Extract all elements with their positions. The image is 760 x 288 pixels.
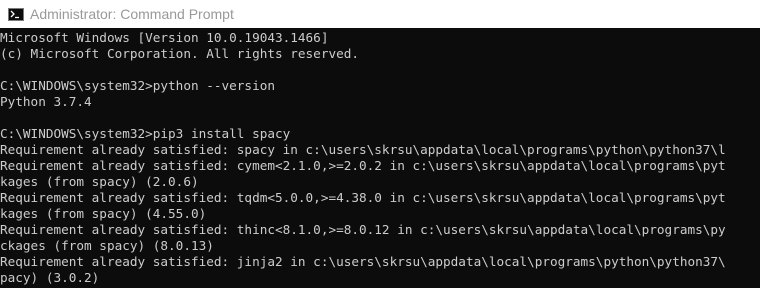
cmd-icon (8, 7, 24, 21)
title-bar[interactable]: Administrator: Command Prompt (0, 0, 760, 28)
console-line: Requirement already satisfied: cymem<2.1… (0, 158, 726, 173)
console-line: Python 3.7.4 (0, 94, 92, 109)
console-line: (c) Microsoft Corporation. All rights re… (0, 46, 360, 61)
console-line: Requirement already satisfied: jinja2 in… (0, 254, 726, 269)
command-prompt-window: Administrator: Command Prompt Microsoft … (0, 0, 760, 288)
console-line: Requirement already satisfied: thinc<8.1… (0, 222, 726, 237)
console-line: kages (from spacy) (2.0.6) (0, 174, 199, 189)
console-line: pacy) (3.0.2) (0, 270, 100, 285)
console-line: Requirement already satisfied: tqdm<5.0.… (0, 190, 726, 205)
console-line: Requirement already satisfied: spacy in … (0, 142, 726, 157)
console-line: kages (from spacy) (4.55.0) (0, 206, 207, 221)
console-line: C:\WINDOWS\system32>python --version (0, 78, 275, 93)
console-line: Microsoft Windows [Version 10.0.19043.14… (0, 30, 329, 45)
window-title: Administrator: Command Prompt (30, 6, 234, 22)
console-output[interactable]: Microsoft Windows [Version 10.0.19043.14… (0, 28, 760, 288)
console-line: ckages (from spacy) (8.0.13) (0, 238, 214, 253)
console-line: C:\WINDOWS\system32>pip3 install spacy (0, 126, 291, 141)
